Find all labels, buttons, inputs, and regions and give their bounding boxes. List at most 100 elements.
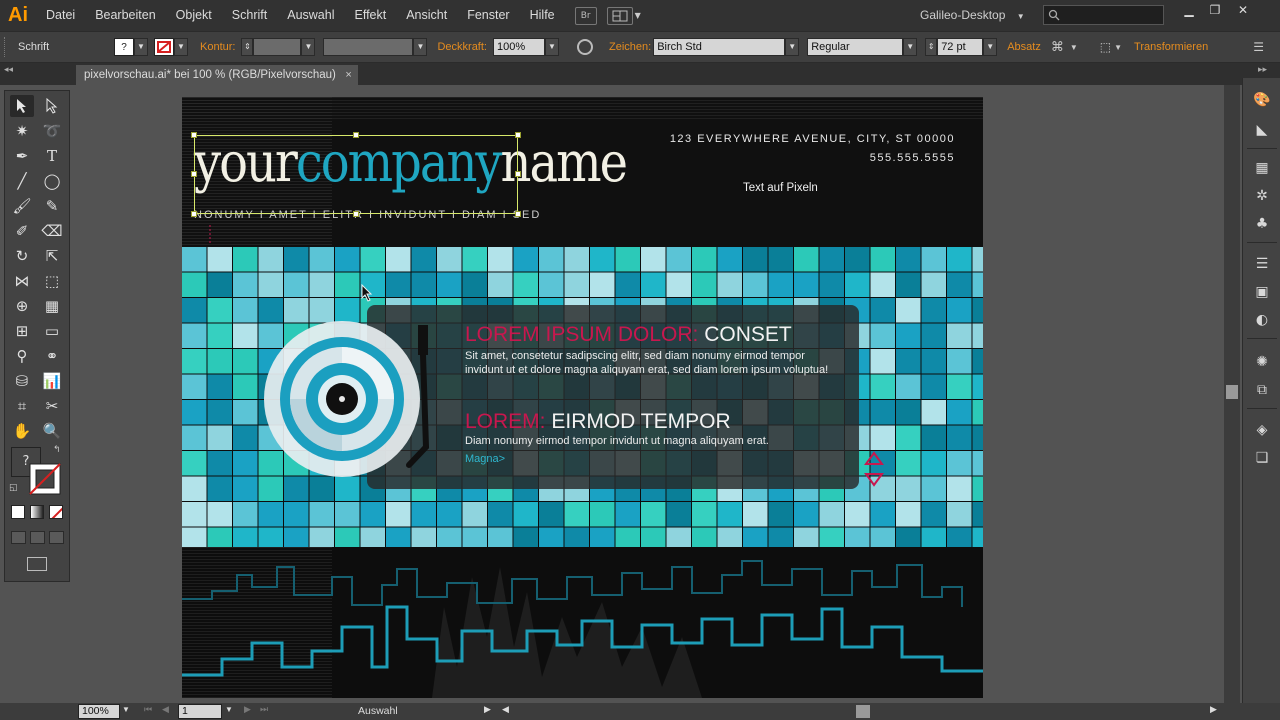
text-selection-bounding-box[interactable] (191, 132, 521, 217)
artboard-dropdown-icon[interactable]: ▼ (225, 705, 233, 714)
menu-objekt[interactable]: Objekt (166, 0, 222, 31)
resize-handle-s[interactable] (353, 211, 359, 217)
bridge-button[interactable]: Br (574, 6, 597, 25)
help-search-input[interactable] (1043, 5, 1164, 25)
selection-tool-icon[interactable] (10, 95, 34, 117)
color-guide-icon[interactable]: ◣ (1252, 120, 1272, 140)
none-mode-icon[interactable] (49, 505, 63, 519)
pixel-text-label[interactable]: Text auf Pixeln (743, 182, 818, 194)
draw-inside-icon[interactable] (49, 531, 64, 544)
variable-width-dropdown[interactable]: ▼ (413, 38, 428, 56)
resize-handle-ne[interactable] (515, 132, 521, 138)
font-family-field[interactable]: Birch Std (653, 38, 786, 56)
scale-tool-icon[interactable]: ⇱ (40, 245, 64, 267)
direct-selection-tool-icon[interactable] (40, 95, 64, 117)
resize-handle-nw[interactable] (191, 132, 197, 138)
screen-mode-icon[interactable] (27, 557, 47, 571)
stroke-color-swatch[interactable] (154, 38, 174, 56)
menu-hilfe[interactable]: Hilfe (520, 0, 565, 31)
transform-label[interactable]: Transformieren (1134, 41, 1208, 53)
resize-handle-n[interactable] (353, 132, 359, 138)
free-transform-tool-icon[interactable]: ⬚ (40, 270, 64, 292)
horizontal-scroll-thumb[interactable] (856, 705, 870, 718)
arrange-dropdown-icon[interactable]: ▼ (635, 11, 641, 20)
blend-tool-icon[interactable]: ⚭ (40, 345, 64, 367)
graphic-styles-icon[interactable]: ⧉ (1252, 380, 1272, 400)
scroll-right-icon[interactable]: ▶ (1210, 704, 1217, 715)
eraser-tool-icon[interactable]: ⌫ (40, 220, 64, 242)
opacity-label[interactable]: Deckkraft: (437, 41, 487, 53)
headline-primary[interactable]: LOREM IPSUM DOLOR: CONSET (465, 323, 792, 347)
width-tool-icon[interactable]: ⋈ (10, 270, 34, 292)
menu-bearbeiten[interactable]: Bearbeiten (85, 0, 165, 31)
resize-handle-se[interactable] (515, 211, 521, 217)
stroke-weight-stepper[interactable]: ⇕ (241, 38, 254, 56)
resize-handle-sw[interactable] (191, 211, 197, 217)
last-artboard-icon[interactable]: ⏭ (260, 704, 268, 715)
line-tool-icon[interactable]: ╱ (10, 170, 34, 192)
previous-artboard-icon[interactable]: ◀ (162, 704, 169, 715)
stroke-dropdown[interactable]: ▼ (174, 38, 188, 56)
mesh-tool-icon[interactable]: ⊞ (10, 320, 34, 342)
menu-auswahl[interactable]: Auswahl (277, 0, 344, 31)
font-style-dropdown[interactable]: ▼ (903, 38, 918, 56)
appearance-panel-icon[interactable]: ✺ (1252, 352, 1272, 372)
font-family-dropdown[interactable]: ▼ (785, 38, 800, 56)
layers-panel-icon[interactable]: ◈ (1252, 420, 1272, 440)
document-tab[interactable]: pixelvorschau.ai* bei 100 % (RGB/Pixelvo… (76, 65, 358, 85)
menu-effekt[interactable]: Effekt (344, 0, 396, 31)
gradient-tool-icon[interactable]: ▭ (40, 320, 64, 342)
status-menu-arrow-icon[interactable]: ▶ (484, 704, 491, 715)
swatches-panel-icon[interactable]: ▦ (1252, 158, 1272, 178)
transform-dropdown-icon[interactable]: ▼ (1114, 43, 1122, 52)
font-size-stepper[interactable]: ⇕ (925, 38, 938, 56)
paragraph-label[interactable]: Absatz (1007, 41, 1041, 53)
body-text-secondary[interactable]: Diam nonumy eirmod tempor invidunt ut ma… (465, 435, 835, 447)
menu-datei[interactable]: Datei (36, 0, 85, 31)
brushes-panel-icon[interactable]: ✲ (1252, 186, 1272, 206)
scroll-arrows-icon[interactable] (864, 450, 884, 490)
transform-anchor-icon[interactable]: ⬚ (1100, 40, 1111, 54)
transparency-panel-icon[interactable]: ◐ (1252, 310, 1272, 330)
menu-schrift[interactable]: Schrift (222, 0, 277, 31)
eyedropper-tool-icon[interactable]: ⚲ (10, 345, 34, 367)
color-mode-icon[interactable] (11, 505, 25, 519)
artboard-tool-icon[interactable]: ⌗ (10, 395, 34, 417)
draw-behind-icon[interactable] (30, 531, 45, 544)
type-tool-icon[interactable]: T (40, 145, 64, 167)
hand-tool-icon[interactable]: ✋ (10, 420, 34, 442)
ellipse-tool-icon[interactable]: ◯ (40, 170, 64, 192)
next-artboard-icon[interactable]: ▶ (244, 704, 251, 715)
panel-menu-icon[interactable]: ☰ (1253, 40, 1264, 54)
menu-ansicht[interactable]: Ansicht (396, 0, 457, 31)
gradient-mode-icon[interactable] (30, 505, 44, 519)
collapse-panels-icon[interactable]: ◂◂ (4, 65, 13, 75)
status-selection-label[interactable]: Auswahl (358, 705, 398, 717)
slice-tool-icon[interactable]: ✂ (40, 395, 64, 417)
body-text-primary[interactable]: Sit amet, consetetur sadipscing elitr, s… (465, 349, 835, 377)
fill-color-swatch[interactable]: ? (114, 38, 134, 56)
menu-fenster[interactable]: Fenster (457, 0, 519, 31)
font-style-field[interactable]: Regular (807, 38, 904, 56)
restore-button[interactable]: ❐ (1202, 0, 1228, 20)
pen-tool-icon[interactable]: ✒ (10, 145, 34, 167)
artboard-number-field[interactable]: 1 (178, 704, 222, 719)
align-dropdown-icon[interactable]: ▼ (1070, 43, 1078, 52)
stroke-box[interactable] (29, 463, 61, 495)
canvas-area[interactable]: yourcompanyname NONUMY I AMET I ELITR I … (76, 85, 1224, 703)
paintbrush-tool-icon[interactable]: 🖌 (10, 195, 34, 217)
horizontal-scrollbar[interactable] (514, 703, 1206, 720)
stroke-panel-icon[interactable]: ☰ (1252, 254, 1272, 274)
opacity-dropdown[interactable]: ▼ (544, 38, 559, 56)
resize-handle-w[interactable] (191, 171, 197, 177)
zoom-tool-icon[interactable]: 🔍 (40, 420, 64, 442)
arrange-documents-icon[interactable] (606, 6, 633, 25)
workspace-switcher[interactable]: Galileo-Desktop ▼ (920, 0, 1025, 31)
zoom-dropdown-icon[interactable]: ▼ (122, 705, 130, 714)
recolor-artwork-icon[interactable] (576, 39, 593, 55)
rotate-tool-icon[interactable]: ↻ (10, 245, 34, 267)
scroll-left-icon[interactable]: ◀ (502, 704, 509, 715)
close-window-button[interactable]: ✕ (1230, 0, 1256, 20)
align-icon[interactable]: ⌘ (1051, 39, 1064, 55)
headline-secondary[interactable]: LOREM: EIRMOD TEMPOR (465, 410, 731, 434)
